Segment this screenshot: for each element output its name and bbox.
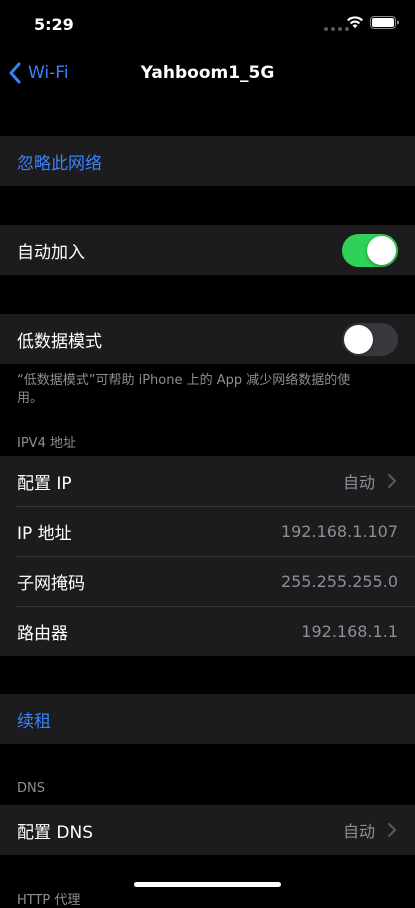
subnet-mask-value: 255.255.255.0 (280, 571, 398, 591)
toggle-knob (344, 324, 373, 354)
battery-icon (370, 16, 399, 29)
ipv4-group: 配置 IP 自动 IP 地址 192.168.1.107 子网掩码 255.25… (0, 456, 415, 656)
auto-join-toggle[interactable] (342, 233, 398, 267)
chevron-right-icon (388, 474, 396, 488)
subnet-mask-row: 子网掩码 255.255.255.0 (0, 556, 415, 606)
auto-join-row: 自动加入 (0, 225, 415, 275)
router-value: 192.168.1.1 (301, 621, 398, 641)
renew-lease-button[interactable]: 续租 (0, 694, 415, 744)
auto-join-label: 自动加入 (17, 242, 85, 263)
renew-lease-label: 续租 (17, 711, 51, 732)
configure-dns-value: 自动 (342, 822, 375, 841)
low-data-toggle[interactable] (342, 322, 398, 356)
router-label: 路由器 (17, 623, 68, 644)
configure-ip-value: 自动 (342, 473, 375, 492)
low-data-label: 低数据模式 (17, 331, 102, 352)
configure-dns-row[interactable]: 配置 DNS 自动 (0, 805, 415, 855)
configure-ip-label: 配置 IP (17, 473, 72, 494)
home-indicator (134, 882, 281, 887)
status-time: 5:29 (34, 15, 74, 34)
router-row: 路由器 192.168.1.1 (0, 606, 415, 656)
ipv4-section-header: IPV4 地址 (17, 436, 76, 451)
ip-address-label: IP 地址 (17, 523, 72, 544)
configure-dns-label: 配置 DNS (17, 822, 94, 843)
forget-network-button[interactable]: 忽略此网络 (0, 136, 415, 186)
configure-ip-row[interactable]: 配置 IP 自动 (0, 456, 415, 506)
toggle-knob (367, 235, 396, 265)
status-bar: 5:29 (0, 0, 415, 50)
low-data-group: 低数据模式 (0, 314, 415, 364)
page-title: Yahboom1_5G (140, 63, 275, 83)
forget-network-group: 忽略此网络 (0, 136, 415, 186)
low-data-footnote: “低数据模式”可帮助 iPhone 上的 App 减少网络数据的使用。 (17, 373, 351, 406)
forget-network-label: 忽略此网络 (17, 153, 102, 174)
dns-group: 配置 DNS 自动 (0, 805, 415, 855)
http-proxy-section-header: HTTP 代理 (17, 893, 81, 908)
navigation-bar: Wi-Fi Yahboom1_5G (0, 50, 415, 97)
subnet-mask-label: 子网掩码 (17, 573, 85, 594)
ip-address-value: 192.168.1.107 (280, 521, 398, 541)
chevron-right-icon (388, 823, 396, 837)
auto-join-group: 自动加入 (0, 225, 415, 275)
ip-address-row: IP 地址 192.168.1.107 (0, 506, 415, 556)
dns-section-header: DNS (17, 781, 45, 796)
low-data-row: 低数据模式 (0, 314, 415, 364)
renew-lease-group: 续租 (0, 694, 415, 744)
wifi-icon (347, 16, 363, 29)
